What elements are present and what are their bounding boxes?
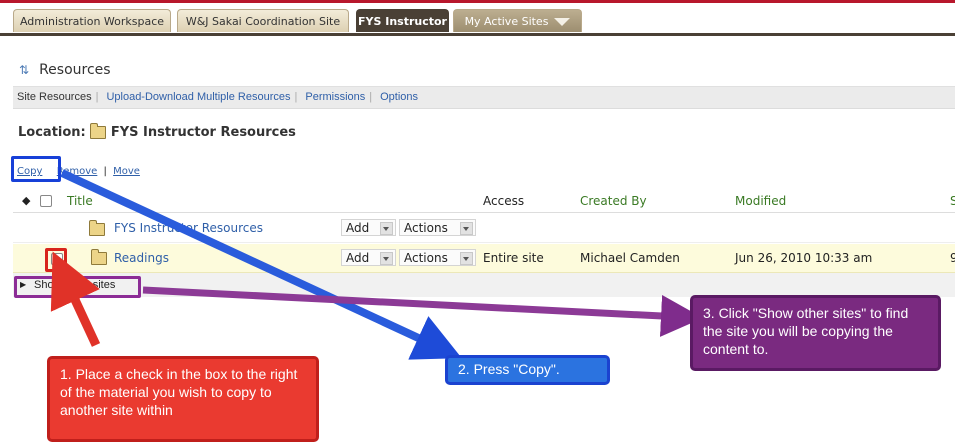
callout-text: 3. Click "Show other sites" to find the … [703, 305, 909, 357]
callout-step-3: 3. Click "Show other sites" to find the … [690, 295, 941, 371]
purple-arrow [142, 286, 703, 337]
blue-arrow [60, 169, 462, 360]
red-arrow [50, 251, 101, 347]
callout-text: 2. Press "Copy". [458, 361, 560, 377]
callout-step-2: 2. Press "Copy". [445, 355, 610, 385]
callout-step-1: 1. Place a check in the box to the right… [47, 356, 319, 442]
callout-text: 1. Place a check in the box to the right… [60, 366, 298, 418]
